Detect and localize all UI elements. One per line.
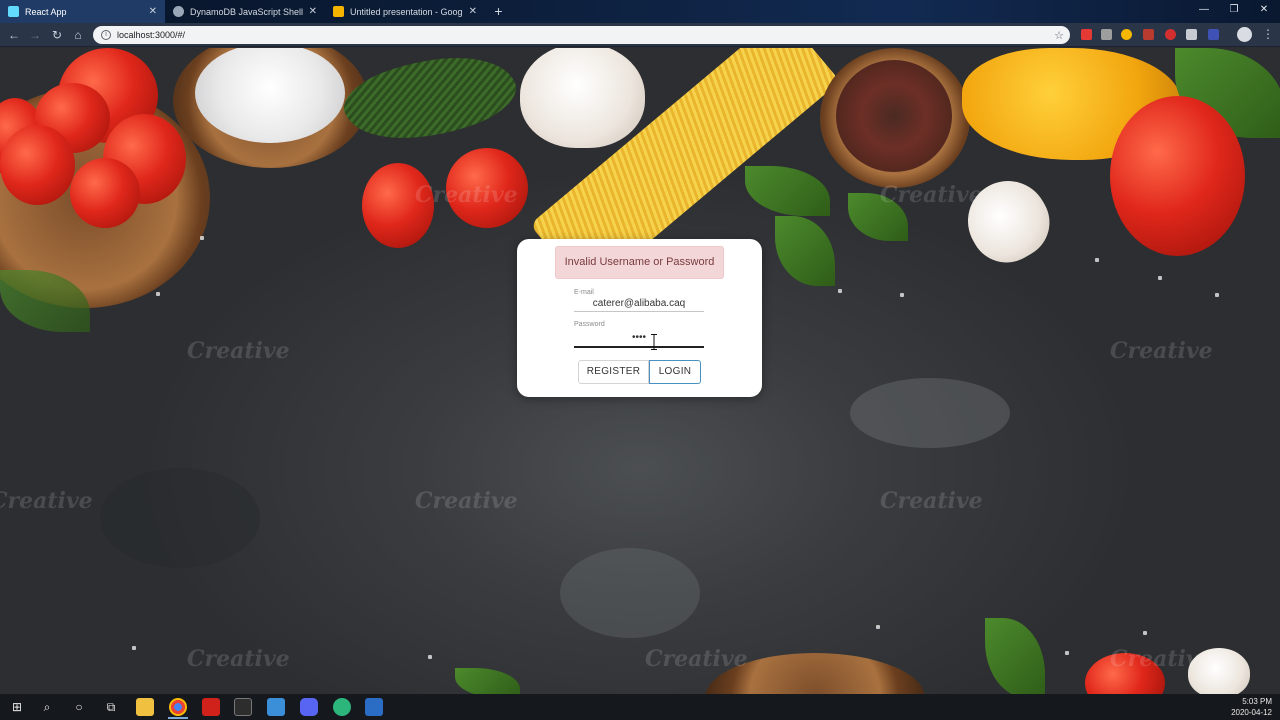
watermark: Creative <box>0 488 93 514</box>
login-button[interactable]: LOGIN <box>649 360 701 384</box>
watermark: Creative <box>415 488 518 514</box>
avatar[interactable] <box>1237 27 1252 42</box>
salt-crystal <box>1095 258 1099 262</box>
email-label: E-mail <box>574 289 594 296</box>
acrobat-icon[interactable] <box>202 698 220 716</box>
texture <box>100 468 260 568</box>
salt-crystal <box>1143 631 1147 635</box>
reload-icon[interactable]: ↻ <box>49 27 65 43</box>
extension-icon[interactable] <box>1165 29 1176 40</box>
tab-title: React App <box>25 6 67 17</box>
url-text: localhost:3000/#/ <box>117 30 186 40</box>
vscode-icon[interactable] <box>267 698 285 716</box>
watermark: Creative <box>1110 646 1213 672</box>
restore-button[interactable]: ❐ <box>1218 0 1250 20</box>
file-explorer-icon[interactable] <box>136 698 154 716</box>
watermark: Creative <box>645 646 748 672</box>
extension-icon[interactable] <box>1081 29 1092 40</box>
extension-icon[interactable] <box>1121 29 1132 40</box>
basil-leaf <box>985 618 1045 694</box>
extension-icon[interactable] <box>1186 29 1197 40</box>
salt-crystal <box>900 293 904 297</box>
extension-icon[interactable] <box>1101 29 1112 40</box>
watermark: Creative <box>880 182 983 208</box>
salt-crystal <box>156 292 160 296</box>
password-field-group: Password <box>574 321 704 348</box>
toolbar: ← → ↻ ⌂ i localhost:3000/#/ ☆ ⋮ <box>0 23 1280 47</box>
salt-crystal <box>876 625 880 629</box>
close-icon[interactable]: ✕ <box>309 6 317 17</box>
email-field[interactable] <box>574 296 704 312</box>
watermark: Creative <box>187 646 290 672</box>
tab-title: Untitled presentation - Google S <box>350 6 463 17</box>
info-icon[interactable]: i <box>101 30 111 40</box>
salt-crystal <box>428 655 432 659</box>
forward-icon[interactable]: → <box>27 27 43 43</box>
slides-icon <box>333 6 344 17</box>
email-field-group: E-mail <box>574 289 704 312</box>
watermark: Creative <box>1110 338 1213 364</box>
tab-google-slides[interactable]: Untitled presentation - Google S ✕ <box>325 0 485 23</box>
discord-icon[interactable] <box>300 698 318 716</box>
peppercorns <box>836 60 952 172</box>
chrome-icon[interactable] <box>169 698 187 716</box>
back-icon[interactable]: ← <box>6 27 22 43</box>
active-indicator <box>168 717 188 719</box>
close-icon[interactable]: ✕ <box>469 6 477 17</box>
windows-start-icon[interactable]: ⊞ <box>8 698 26 716</box>
password-field[interactable] <box>574 328 704 348</box>
salt-crystal <box>838 289 842 293</box>
text-cursor-icon <box>651 334 657 350</box>
watermark: Creative <box>187 338 290 364</box>
close-window-button[interactable]: ✕ <box>1248 0 1280 20</box>
system-clock[interactable]: 5:03 PM 2020-04-12 <box>1212 696 1272 718</box>
salt-crystal <box>1158 276 1162 280</box>
search-icon[interactable]: ⌕ <box>38 698 56 716</box>
basil-leaf <box>455 668 520 694</box>
cortana-icon[interactable]: ○ <box>70 698 88 716</box>
clock-date: 2020-04-12 <box>1231 708 1272 717</box>
task-view-icon[interactable]: ⧉ <box>102 698 120 716</box>
close-icon[interactable]: ✕ <box>149 6 157 17</box>
react-icon <box>8 6 19 17</box>
globe-icon <box>173 6 184 17</box>
texture <box>850 378 1010 448</box>
address-bar[interactable]: i localhost:3000/#/ ☆ <box>93 26 1070 44</box>
error-alert: Invalid Username or Password <box>555 246 724 279</box>
menu-icon[interactable]: ⋮ <box>1262 27 1274 41</box>
salt-crystal <box>132 646 136 650</box>
new-tab-button[interactable]: + <box>490 3 507 20</box>
minimize-button[interactable]: — <box>1188 0 1220 20</box>
clock-time: 5:03 PM <box>1242 697 1272 706</box>
taskbar: ⊞ ⌕ ○ ⧉ 5:03 PM 2020-04-12 <box>0 694 1280 720</box>
register-button[interactable]: REGISTER <box>578 360 649 384</box>
tomato <box>70 158 140 228</box>
tab-title: DynamoDB JavaScript Shell <box>190 6 303 17</box>
login-card: Invalid Username or Password E-mail Pass… <box>517 239 762 397</box>
password-label: Password <box>574 321 605 328</box>
terminal-icon[interactable] <box>234 698 252 716</box>
salt-crystal <box>1065 651 1069 655</box>
app-icon[interactable] <box>365 698 383 716</box>
extension-icon[interactable] <box>1208 29 1219 40</box>
tomato <box>1110 96 1245 256</box>
texture <box>560 548 700 638</box>
tab-strip: React App ✕ DynamoDB JavaScript Shell ✕ … <box>0 0 1280 23</box>
app-icon[interactable] <box>333 698 351 716</box>
basil-leaf <box>775 216 835 286</box>
garlic-bulb <box>520 48 645 148</box>
home-icon[interactable]: ⌂ <box>70 27 86 43</box>
tomato <box>0 125 75 205</box>
extension-icon[interactable] <box>1143 29 1154 40</box>
salt-crystal <box>200 236 204 240</box>
watermark: Creative <box>880 488 983 514</box>
tab-dynamodb-shell[interactable]: DynamoDB JavaScript Shell ✕ <box>165 0 325 23</box>
basil-leaf <box>745 166 830 216</box>
watermark: Creative <box>415 182 518 208</box>
salt-crystal <box>1215 293 1219 297</box>
rosemary <box>336 48 524 165</box>
bookmark-star-icon[interactable]: ☆ <box>1054 29 1064 42</box>
tab-react-app[interactable]: React App ✕ <box>0 0 165 23</box>
